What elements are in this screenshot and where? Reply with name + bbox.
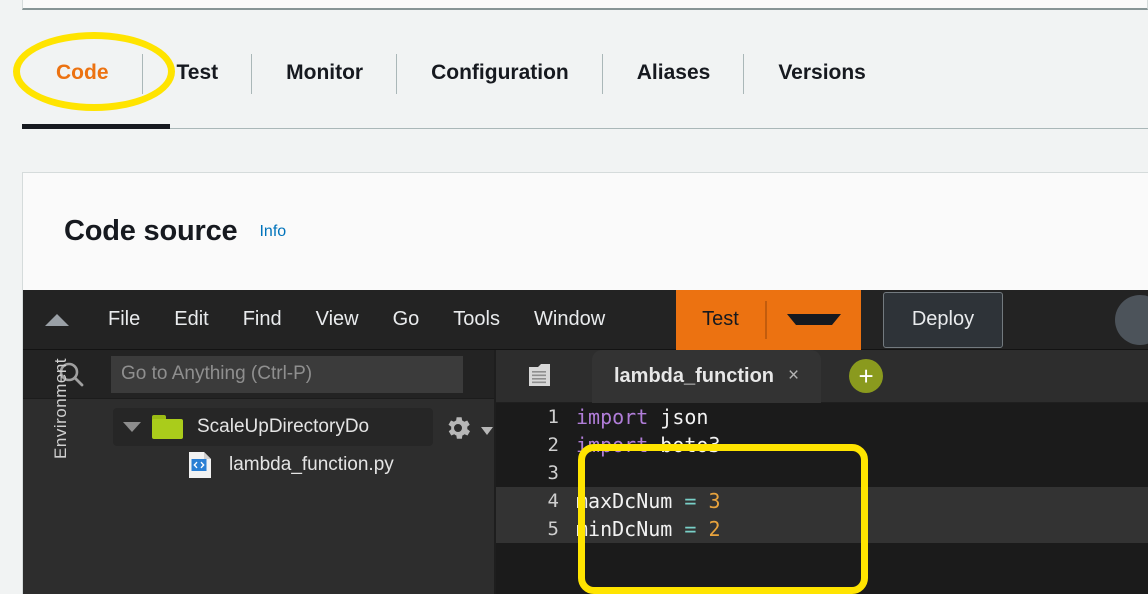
document-list-icon[interactable] <box>524 362 554 390</box>
tree-file-row[interactable]: lambda_function.py <box>113 446 493 484</box>
tab-versions[interactable]: Versions <box>744 36 900 110</box>
menu-item-go[interactable]: Go <box>376 308 437 331</box>
screen-root: Code Test Monitor Configuration Aliases Versi… <box>0 0 1148 594</box>
menu-item-window[interactable]: Window <box>517 308 622 331</box>
ide-menu-items: FileEditFindViewGoToolsWindow <box>91 308 622 331</box>
code-line[interactable]: 4maxDcNum = 3 <box>496 487 1148 515</box>
code-lines[interactable]: 1import json2import boto334maxDcNum = 35… <box>496 403 1148 594</box>
editor-tab-label: lambda_function <box>614 365 774 388</box>
gear-icon <box>443 413 473 448</box>
tab-label: Configuration <box>431 61 569 85</box>
tab-label: Versions <box>778 61 866 85</box>
code-line-text: maxDcNum = 3 <box>576 489 721 513</box>
menu-item-tools[interactable]: Tools <box>436 308 517 331</box>
code-source-card: Code source Info FileEditFindViewGoTools… <box>22 172 1148 594</box>
code-line-text: import boto3 <box>576 433 721 457</box>
chevron-down-icon[interactable] <box>787 314 841 325</box>
tab-test[interactable]: Test <box>143 36 253 110</box>
active-tab-indicator <box>22 124 170 129</box>
tab-configuration[interactable]: Configuration <box>397 36 603 110</box>
user-avatar-button[interactable] <box>1115 295 1148 345</box>
sidebar-searchbar <box>23 350 494 399</box>
code-line[interactable]: 3 <box>496 459 1148 487</box>
line-number: 1 <box>496 406 576 428</box>
code-line[interactable]: 2import boto3 <box>496 431 1148 459</box>
close-icon[interactable]: × <box>788 365 799 387</box>
tab-aliases[interactable]: Aliases <box>603 36 745 110</box>
collapse-caret-icon[interactable] <box>45 314 69 326</box>
tree-folder-label: ScaleUpDirectoryDo <box>197 416 369 438</box>
tab-list: Code Test Monitor Configuration Aliases Versi… <box>22 36 900 110</box>
environment-sidebar: Environment ScaleUpDirectoryDo <box>23 350 494 594</box>
environment-label: Environment <box>51 358 71 459</box>
tree-folder-row[interactable]: ScaleUpDirectoryDo <box>113 408 433 446</box>
menu-item-edit[interactable]: Edit <box>157 308 225 331</box>
previous-panel-edge <box>22 0 1148 10</box>
test-button[interactable]: Test <box>676 290 861 350</box>
line-number: 4 <box>496 490 576 512</box>
editor-tabbar: lambda_function × + <box>496 350 1148 403</box>
add-tab-button[interactable]: + <box>849 359 883 393</box>
deploy-button-label: Deploy <box>912 308 974 331</box>
cloud9-ide: FileEditFindViewGoToolsWindow Test Deplo… <box>23 290 1148 594</box>
search-input[interactable] <box>111 356 463 393</box>
page-title: Code source <box>64 215 237 248</box>
menu-item-find[interactable]: Find <box>226 308 299 331</box>
ide-menubar: FileEditFindViewGoToolsWindow Test Deplo… <box>23 290 1148 350</box>
editor-tab-lambda-function[interactable]: lambda_function × <box>592 350 821 403</box>
tab-label: Aliases <box>637 61 711 85</box>
tab-label: Code <box>56 61 109 85</box>
code-line-text: import json <box>576 405 708 429</box>
tree-file-label: lambda_function.py <box>229 454 394 476</box>
folder-settings-button[interactable] <box>443 413 493 448</box>
line-number: 2 <box>496 434 576 456</box>
lambda-detail-tabs: Code Test Monitor Configuration Aliases Versi… <box>0 36 1148 140</box>
python-file-icon <box>185 451 215 479</box>
test-button-separator <box>765 301 767 339</box>
test-button-label: Test <box>676 308 765 331</box>
code-line[interactable]: 1import json <box>496 403 1148 431</box>
tabs-baseline <box>22 128 1148 129</box>
code-editor: lambda_function × + 1import json2import … <box>496 350 1148 594</box>
tab-label: Monitor <box>286 61 363 85</box>
tab-code[interactable]: Code <box>22 36 143 110</box>
ide-body: Environment ScaleUpDirectoryDo <box>23 350 1148 594</box>
line-number: 3 <box>496 462 576 484</box>
chevron-down-icon[interactable] <box>123 422 141 432</box>
code-line[interactable]: 5minDcNum = 2 <box>496 515 1148 543</box>
deploy-button[interactable]: Deploy <box>883 292 1003 348</box>
menu-item-file[interactable]: File <box>91 308 157 331</box>
info-link[interactable]: Info <box>259 223 286 241</box>
code-source-header: Code source Info <box>23 173 1148 290</box>
tab-monitor[interactable]: Monitor <box>252 36 397 110</box>
tab-label: Test <box>177 61 219 85</box>
code-line-text: minDcNum = 2 <box>576 517 721 541</box>
menu-item-view[interactable]: View <box>299 308 376 331</box>
folder-icon <box>152 415 183 439</box>
chevron-down-icon <box>481 427 493 435</box>
file-tree: ScaleUpDirectoryDo <box>113 408 493 484</box>
line-number: 5 <box>496 518 576 540</box>
